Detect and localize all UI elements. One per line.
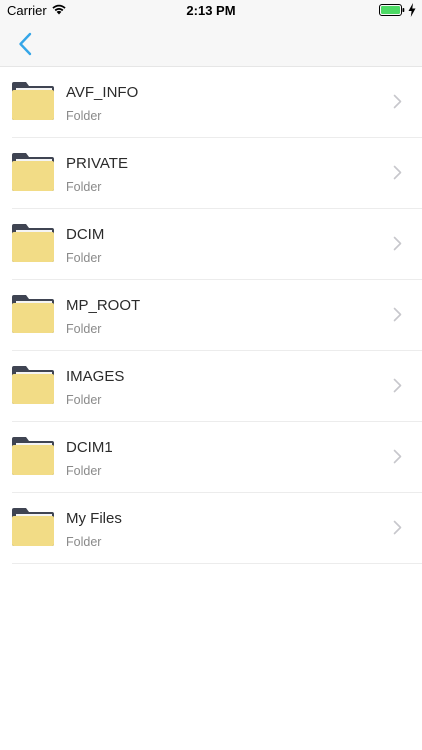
chevron-right-icon [393, 307, 402, 322]
folder-name: AVF_INFO [66, 84, 139, 101]
chevron-right-icon [393, 378, 402, 393]
folder-type: Folder [66, 464, 102, 478]
folder-icon [12, 437, 54, 475]
navigation-bar [0, 22, 422, 67]
charging-bolt-icon [408, 3, 416, 17]
folder-type: Folder [66, 251, 102, 265]
chevron-right-icon [393, 236, 402, 251]
folder-icon [12, 153, 54, 191]
chevron-right-icon [393, 449, 402, 464]
chevron-right-icon [393, 165, 402, 180]
list-item[interactable]: AVF_INFO Folder [0, 67, 422, 138]
status-time: 2:13 PM [186, 3, 236, 18]
back-button[interactable] [10, 30, 40, 58]
battery-icon [379, 4, 405, 16]
chevron-left-icon [19, 32, 32, 56]
list-item[interactable]: DCIM1 Folder [0, 422, 422, 493]
folder-name: My Files [66, 510, 122, 527]
folder-icon [12, 224, 54, 262]
folder-icon [12, 295, 54, 333]
list-item[interactable]: My Files Folder [0, 493, 422, 564]
chevron-right-icon [393, 520, 402, 535]
list-item[interactable]: DCIM Folder [0, 209, 422, 280]
folder-name: DCIM [66, 226, 105, 243]
list-item[interactable]: IMAGES Folder [0, 351, 422, 422]
folder-type: Folder [66, 109, 102, 123]
folder-type: Folder [66, 535, 102, 549]
folder-list: AVF_INFO Folder PRIVATE Folder DCIM Fold… [0, 67, 422, 564]
status-bar: Carrier 2:13 PM [0, 0, 422, 22]
folder-icon [12, 82, 54, 120]
folder-name: DCIM1 [66, 439, 113, 456]
folder-icon [12, 366, 54, 404]
folder-name: PRIVATE [66, 155, 128, 172]
folder-name: MP_ROOT [66, 297, 141, 314]
folder-type: Folder [66, 393, 102, 407]
chevron-right-icon [393, 94, 402, 109]
divider [12, 563, 422, 564]
folder-name: IMAGES [66, 368, 125, 385]
folder-type: Folder [66, 180, 102, 194]
screen: Carrier 2:13 PM AVF_INFO Folder PRIVATE … [0, 0, 422, 750]
folder-icon [12, 508, 54, 546]
list-item[interactable]: PRIVATE Folder [0, 138, 422, 209]
folder-type: Folder [66, 322, 102, 336]
list-item[interactable]: MP_ROOT Folder [0, 280, 422, 351]
